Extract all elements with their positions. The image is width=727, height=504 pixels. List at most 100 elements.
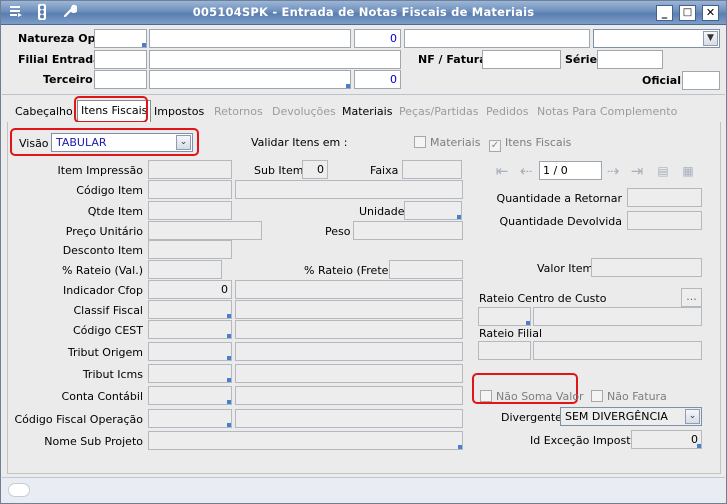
preco-unitario-label: Preço Unitário — [65, 225, 143, 238]
checkbox-icon — [591, 390, 603, 402]
insert-record-icon[interactable]: ▤ — [652, 161, 674, 181]
close-button[interactable]: ✕ — [702, 5, 719, 21]
natureza-number-input[interactable]: 0 — [354, 29, 401, 48]
rateio-centro-custo-button[interactable]: ... — [681, 288, 702, 307]
terceiro-code-input[interactable] — [94, 70, 147, 89]
conta-contabil-description-input[interactable] — [235, 386, 463, 405]
natureza-select[interactable]: ▼ — [593, 29, 720, 48]
chevron-down-icon: ▼ — [703, 31, 718, 46]
indicador-cfop-input[interactable]: 0 — [148, 280, 232, 299]
faixa-input[interactable] — [402, 160, 462, 179]
delete-record-icon[interactable]: ▦ — [677, 161, 699, 181]
nao-soma-valor-checkbox[interactable]: Não Soma Valor — [480, 390, 584, 403]
next-record-icon[interactable]: ⇢ — [602, 161, 624, 181]
classif-fiscal-input[interactable] — [148, 300, 232, 319]
tab-pedidos[interactable]: Pedidos — [486, 102, 529, 122]
classif-fiscal-label: Classif Fiscal — [73, 304, 143, 317]
app-window: 005104SPK - Entrada de Notas Fiscais de … — [0, 0, 727, 504]
itens-fiscais-checkbox[interactable]: ✓ Itens Fiscais — [489, 136, 571, 152]
codigo-fiscal-operacao-label: Código Fiscal Operação — [14, 413, 143, 426]
terceiro-label: Terceiro — [43, 73, 93, 86]
tab-pecas-partidas[interactable]: Peças/Partidas — [399, 102, 478, 122]
filial-code-input[interactable] — [94, 50, 147, 69]
traffic-light-icon[interactable] — [33, 4, 51, 22]
peso-input[interactable] — [353, 221, 463, 240]
record-pager-input[interactable]: 1 / 0 — [539, 161, 602, 180]
materiais-checkbox[interactable]: Materiais — [414, 136, 480, 149]
nao-fatura-checkbox[interactable]: Não Fatura — [591, 390, 667, 403]
menu-icon[interactable] — [7, 4, 25, 22]
tribut-icms-input[interactable] — [148, 364, 232, 383]
rateio-frete-input[interactable] — [389, 260, 463, 279]
wrench-icon[interactable] — [61, 4, 79, 22]
previous-record-icon[interactable]: ⇠ — [515, 161, 537, 181]
qtd-devolvida-input[interactable] — [627, 211, 702, 230]
chevron-down-icon: ⌄ — [685, 409, 700, 424]
tab-impostos[interactable]: Impostos — [154, 102, 204, 122]
tribut-icms-description-input[interactable] — [235, 364, 463, 383]
nome-sub-projeto-input[interactable] — [148, 431, 463, 450]
tab-materiais[interactable]: Materiais — [342, 102, 392, 122]
natureza-extra-input[interactable] — [404, 29, 590, 48]
last-record-icon[interactable]: ⇥ — [626, 161, 648, 181]
codigo-cest-input[interactable] — [148, 320, 232, 339]
codigo-fiscal-operacao-description-input[interactable] — [235, 409, 463, 428]
item-impressao-label: Item Impressão — [57, 164, 143, 177]
terceiro-description-input[interactable] — [149, 70, 351, 89]
nf-fatura-input[interactable] — [482, 50, 561, 69]
divergente-label: Divergente — [501, 411, 562, 424]
tribut-origem-input[interactable] — [148, 342, 232, 361]
sub-item-input[interactable]: 0 — [302, 160, 328, 179]
preco-unitario-input[interactable] — [148, 221, 262, 240]
rateio-val-input[interactable] — [148, 260, 222, 279]
divergente-select[interactable]: SEM DIVERGÊNCIA ⌄ — [560, 407, 702, 426]
minimize-button[interactable]: _ — [656, 5, 673, 21]
item-impressao-input[interactable] — [148, 160, 232, 179]
faixa-label: Faixa — [370, 164, 399, 177]
tab-retornos[interactable]: Retornos — [214, 102, 263, 122]
unidade-input[interactable] — [404, 201, 462, 220]
divergente-select-value: SEM DIVERGÊNCIA — [565, 410, 668, 423]
tab-notas-complemento[interactable]: Notas Para Complemento — [537, 102, 677, 122]
oficial-input[interactable] — [682, 71, 720, 90]
tab-devolucoes[interactable]: Devoluções — [272, 102, 336, 122]
itens-fiscais-checkbox-label: Itens Fiscais — [505, 136, 572, 149]
valor-item-label: Valor Item — [537, 262, 594, 275]
visao-select[interactable]: TABULAR ⌄ — [51, 133, 193, 152]
qtd-devolvida-label: Quantidade Devolvida — [499, 215, 622, 228]
conta-contabil-input[interactable] — [148, 386, 232, 405]
indicador-cfop-label: Indicador Cfop — [62, 284, 143, 297]
natureza-code-input[interactable] — [94, 29, 147, 48]
rateio-filial-description-input[interactable] — [533, 341, 702, 360]
window-title: 005104SPK - Entrada de Notas Fiscais de … — [192, 5, 535, 19]
rateio-filial-code-input[interactable] — [478, 341, 531, 360]
maximize-button[interactable]: □ — [679, 5, 696, 21]
qtd-retornar-label: Quantidade a Retornar — [496, 192, 622, 205]
status-bar — [2, 477, 725, 502]
serie-label: Série — [565, 53, 598, 66]
indicador-cfop-description-input[interactable] — [235, 280, 463, 299]
codigo-fiscal-operacao-input[interactable] — [148, 409, 232, 428]
codigo-item-input[interactable] — [148, 180, 232, 199]
first-record-icon[interactable]: ⇤ — [491, 161, 513, 181]
filial-description-input[interactable] — [149, 50, 401, 69]
desconto-item-input[interactable] — [148, 240, 232, 259]
qtd-retornar-input[interactable] — [627, 188, 702, 207]
rateio-centro-description-input[interactable] — [533, 307, 702, 326]
tribut-icms-label: Tribut Icms — [82, 368, 143, 381]
rateio-filial-label: Rateio Filial — [479, 327, 542, 340]
codigo-cest-description-input[interactable] — [235, 320, 463, 339]
classif-fiscal-description-input[interactable] — [235, 300, 463, 319]
codigo-item-description-input[interactable] — [235, 180, 463, 199]
terceiro-number-input[interactable]: 0 — [354, 70, 401, 89]
natureza-description-input[interactable] — [149, 29, 351, 48]
qtde-item-input[interactable] — [148, 201, 232, 220]
checkbox-icon — [480, 390, 492, 402]
tab-cabecalho[interactable]: Cabeçalho — [15, 102, 73, 122]
id-excecao-imposto-input[interactable]: 0 — [631, 430, 702, 449]
valor-item-input[interactable] — [591, 258, 702, 277]
title-bar: 005104SPK - Entrada de Notas Fiscais de … — [1, 1, 726, 25]
serie-input[interactable] — [597, 50, 663, 69]
tribut-origem-description-input[interactable] — [235, 342, 463, 361]
rateio-centro-code-input[interactable] — [478, 307, 531, 326]
